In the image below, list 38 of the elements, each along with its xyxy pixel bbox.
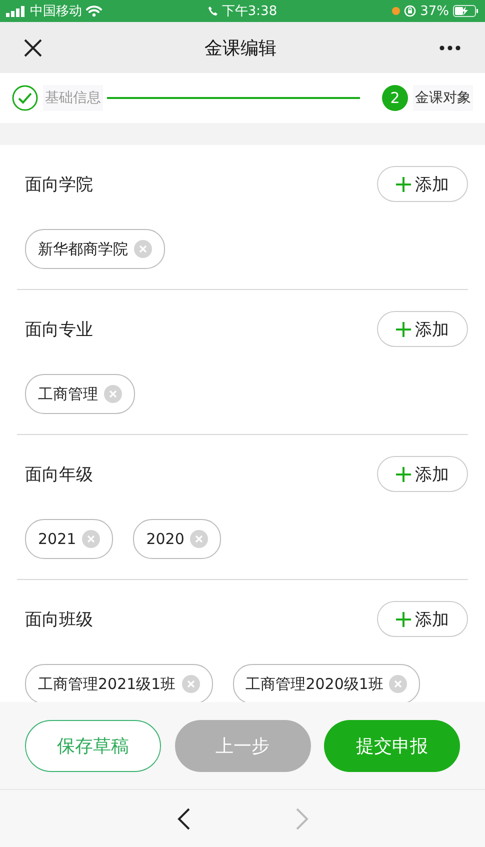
plus-icon (396, 322, 411, 336)
remove-icon[interactable] (134, 240, 152, 258)
remove-icon[interactable] (82, 530, 100, 548)
plus-icon (396, 176, 411, 192)
add-button[interactable]: 添加 (377, 311, 468, 347)
add-button[interactable]: 添加 (377, 601, 468, 637)
carrier-text: 中国移动 (30, 3, 82, 20)
section-title: 面向专业 (25, 318, 93, 340)
battery-icon (452, 5, 479, 17)
tag-label: 新华都商学院 (38, 240, 128, 258)
more-icon[interactable] (439, 44, 461, 50)
signal-icon (6, 6, 26, 16)
plus-icon (396, 466, 411, 482)
plus-icon (396, 612, 411, 626)
remove-icon[interactable] (104, 385, 122, 403)
add-button[interactable]: 添加 (377, 456, 468, 492)
battery-text: 37% (420, 4, 449, 18)
step-label[interactable]: 金课对象 (413, 85, 473, 111)
step-number: 2 (382, 85, 408, 111)
recording-dot-icon (392, 7, 400, 15)
section-title: 面向学院 (25, 174, 93, 196)
rotation-lock-icon (404, 5, 416, 17)
remove-icon[interactable] (182, 675, 200, 693)
add-button[interactable]: 添加 (377, 166, 468, 202)
page-title: 金课编辑 (204, 36, 276, 60)
section-title: 面向年级 (25, 464, 93, 486)
time-text: 下午3:38 (222, 3, 278, 20)
close-icon[interactable] (24, 38, 42, 56)
phone-icon (208, 6, 218, 16)
remove-icon[interactable] (190, 530, 208, 548)
section-title: 面向班级 (25, 608, 93, 630)
wifi-icon (86, 5, 102, 17)
tag-label: 2021 (38, 530, 76, 548)
tag-label: 工商管理2021级1班 (38, 674, 176, 694)
tag-label: 2020 (146, 530, 184, 548)
tag-label: 工商管理2020级1班 (246, 674, 384, 694)
remove-icon[interactable] (389, 675, 408, 693)
tag-label: 工商管理 (38, 384, 98, 404)
